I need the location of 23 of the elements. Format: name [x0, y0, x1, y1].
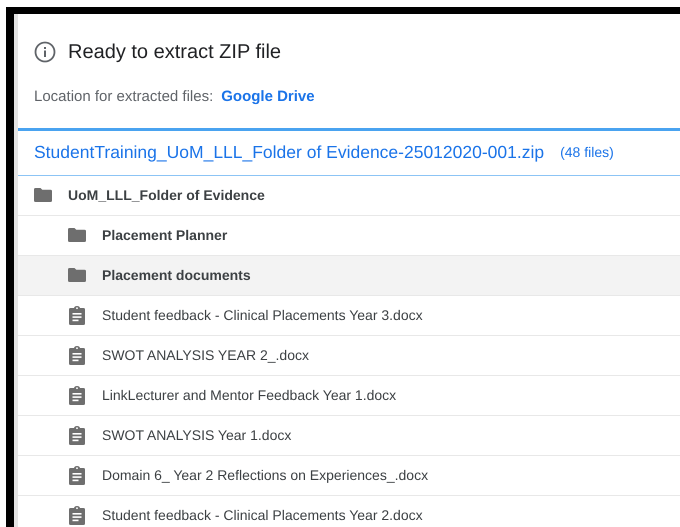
- tree-row[interactable]: UoM_LLL_Folder of Evidence: [18, 176, 680, 216]
- tree-row[interactable]: SWOT ANALYSIS Year 1.docx: [18, 416, 680, 456]
- clipboard-icon: [69, 506, 85, 524]
- clipboard-icon: [69, 426, 85, 444]
- file-count: (48 files): [560, 143, 614, 162]
- tree-row[interactable]: LinkLecturer and Mentor Feedback Year 1.docx: [18, 376, 680, 416]
- info-icon: [34, 41, 56, 63]
- tree-row[interactable]: Student feedback - Clinical Placements Year 3.docx: [18, 296, 680, 336]
- clipboard-icon: [69, 306, 85, 324]
- tree-row[interactable]: Placement documents: [18, 256, 680, 296]
- tree-row[interactable]: SWOT ANALYSIS YEAR 2_.docx: [18, 336, 680, 376]
- location-label: Location for extracted files:: [34, 87, 214, 107]
- location-link[interactable]: Google Drive: [221, 86, 315, 108]
- archive-name: StudentTraining_UoM_LLL_Folder of Evidence-25012020-001.zip: [34, 141, 544, 164]
- dialog-title: Ready to extract ZIP file: [68, 40, 282, 65]
- clipboard-icon: [69, 386, 85, 404]
- folder-icon: [34, 188, 52, 202]
- clipboard-icon: [69, 466, 85, 484]
- tree-row[interactable]: Domain 6_ Year 2 Reflections on Experiences_.docx: [18, 456, 680, 496]
- folder-icon: [68, 228, 86, 242]
- clipboard-icon: [69, 346, 85, 364]
- tree-row[interactable]: Student feedback - Clinical Placements Year 2.docx: [18, 496, 680, 527]
- folder-icon: [68, 268, 86, 282]
